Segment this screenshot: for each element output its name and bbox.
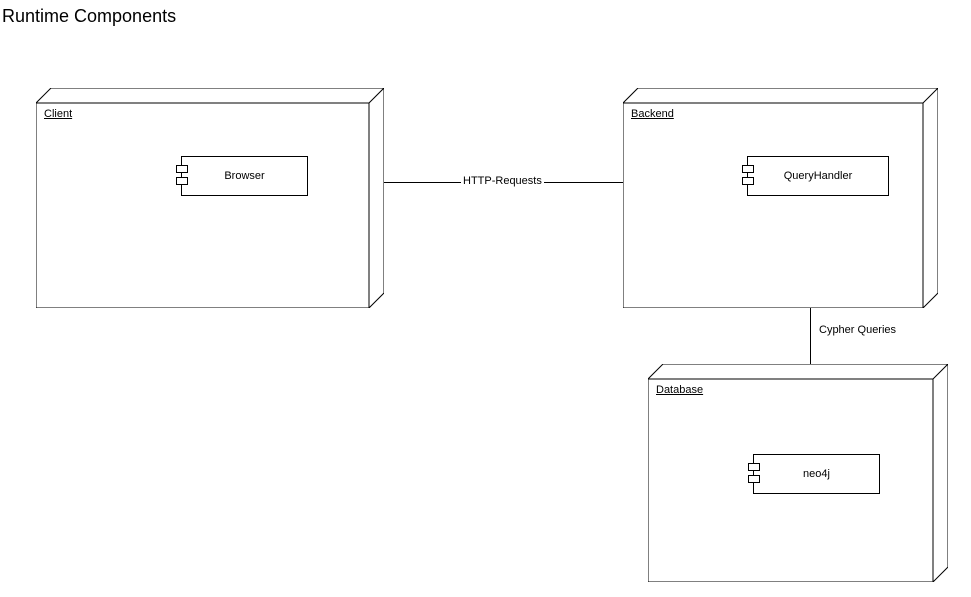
- node-client: Client Browser: [36, 88, 384, 308]
- component-browser-label: Browser: [182, 170, 307, 182]
- edge-backend-database: [810, 308, 811, 364]
- component-queryhandler: QueryHandler: [747, 156, 889, 196]
- node-backend: Backend QueryHandler: [623, 88, 938, 308]
- component-neo4j-label: neo4j: [754, 468, 879, 480]
- node-database-label: Database: [656, 384, 703, 396]
- component-browser: Browser: [181, 156, 308, 196]
- component-neo4j: neo4j: [753, 454, 880, 494]
- component-queryhandler-label: QueryHandler: [748, 170, 888, 182]
- diagram-title: Runtime Components: [2, 6, 176, 27]
- edge-client-backend-label: HTTP-Requests: [461, 175, 544, 187]
- edge-backend-database-label: Cypher Queries: [817, 324, 898, 336]
- node-client-label: Client: [44, 108, 72, 120]
- node-database: Database neo4j: [648, 364, 948, 582]
- node-backend-label: Backend: [631, 108, 674, 120]
